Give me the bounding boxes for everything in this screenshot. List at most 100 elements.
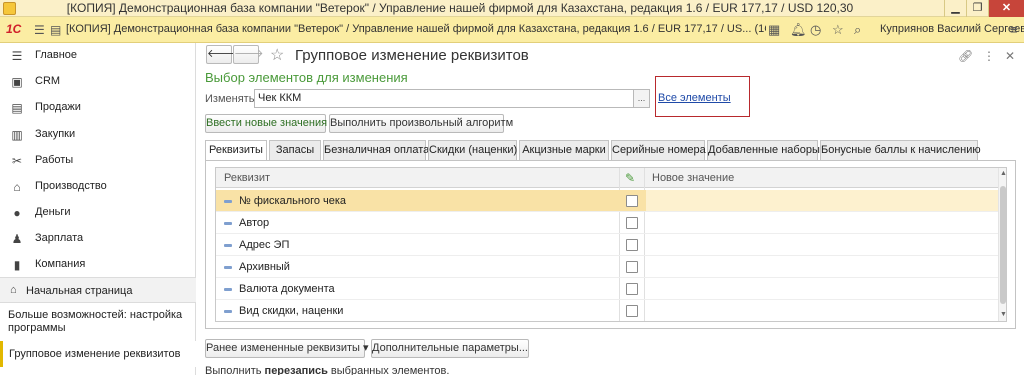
attribute-icon [224, 310, 232, 313]
change-checkbox[interactable] [626, 217, 638, 229]
sidebar-item-production[interactable]: ⌂ Производство [0, 174, 196, 200]
attribute-icon [224, 266, 232, 269]
favorite-star-icon[interactable]: ☆ [270, 45, 284, 65]
tools-icon: ✂ [11, 154, 23, 168]
table-row[interactable]: Валюта документа [216, 278, 998, 300]
sidebar-item-sales[interactable]: ▤ Продажи [0, 95, 196, 121]
table-row[interactable]: Вид скидки, наценки [216, 300, 998, 321]
sidebar-item-money[interactable]: ● Деньги [0, 200, 196, 226]
open-form-label: Групповое изменение реквизитов [9, 348, 181, 360]
attribute-name: Адрес ЭП [239, 239, 290, 251]
attribute-name: № фискального чека [239, 195, 347, 207]
main-menu-icon[interactable]: ☰ [34, 23, 45, 37]
sidebar-item-purchases[interactable]: ▥ Закупки [0, 122, 196, 148]
new-value-cell[interactable] [646, 212, 998, 233]
change-label: Изменять: [205, 93, 258, 105]
all-elements-link[interactable]: Все элементы [658, 92, 731, 104]
close-form-icon[interactable]: ✕ [1005, 49, 1015, 63]
link-icon[interactable]: 🔗︎ [958, 49, 973, 63]
footer-prefix: Выполнить [205, 365, 265, 375]
more-actions-icon[interactable]: ⋮ [983, 49, 995, 63]
footer-bold: перезапись [264, 365, 328, 375]
grid-icon[interactable]: ▦ [768, 22, 780, 38]
change-checkbox[interactable] [626, 283, 638, 295]
sidebar-item-works[interactable]: ✂ Работы [0, 148, 196, 174]
table-row[interactable]: № фискального чека [216, 190, 998, 212]
run-algorithm-button[interactable]: Выполнить произвольный алгоритм [329, 114, 513, 133]
attribute-name: Архивный [239, 261, 290, 273]
search-icon[interactable]: ⌕ [854, 22, 861, 38]
sidebar-item-salary[interactable]: ♟ Зарплата [0, 226, 196, 252]
attribute-name: Вид скидки, наценки [239, 305, 344, 317]
new-value-cell[interactable] [646, 234, 998, 255]
star-icon[interactable]: ☆ [832, 22, 844, 38]
history-icon[interactable]: ◷ [810, 22, 821, 38]
app-bar: 1С ☰ ▤ [КОПИЯ] Демонстрационная база ком… [0, 17, 1024, 43]
scrollbar-thumb[interactable] [1000, 186, 1006, 304]
table-row[interactable]: Архивный [216, 256, 998, 278]
tab-bonus-points[interactable]: Бонусные баллы к начислению [820, 140, 981, 160]
table-row[interactable]: Адрес ЭП [216, 234, 998, 256]
tab-cashless-payment[interactable]: Безналичная оплата [323, 140, 429, 160]
pencil-icon: ✎ [625, 171, 636, 185]
factory-icon: ⌂ [13, 180, 21, 194]
attribute-icon [224, 288, 232, 291]
new-value-cell[interactable] [646, 256, 998, 277]
1c-logo: 1С [6, 22, 22, 36]
minimize-button[interactable]: ▁ [944, 0, 966, 17]
app-title: [КОПИЯ] Демонстрационная база компании "… [66, 23, 766, 35]
additional-parameters-button[interactable]: Дополнительные параметры... [371, 339, 529, 358]
attribute-name: Автор [239, 217, 270, 229]
change-checkbox[interactable] [626, 239, 638, 251]
sidebar-item-label: Зарплата [35, 232, 84, 244]
table-header: Реквизит ✎ Новое значение [216, 168, 1006, 188]
attribute-icon [224, 222, 232, 225]
user-name[interactable]: Куприянов Василий Сергеевич [880, 23, 1024, 35]
footer-note: Выполнить перезапись выбранных элементов… [205, 365, 449, 375]
footer-suffix: выбранных элементов. [327, 365, 450, 375]
column-attribute[interactable]: Реквизит [224, 172, 270, 184]
new-value-cell[interactable] [646, 278, 998, 299]
tab-excise-stamps[interactable]: Акцизные марки [519, 140, 609, 160]
close-window-button[interactable]: ✕ [988, 0, 1024, 17]
maximize-button[interactable]: ❐ [966, 0, 988, 17]
app-menu-icon[interactable]: ▤ [50, 23, 61, 37]
previously-changed-button[interactable]: Ранее измененные реквизиты ▾ [205, 339, 369, 358]
enter-new-values-button[interactable]: Ввести новые значения [205, 114, 327, 133]
tab-attributes[interactable]: Реквизиты [205, 140, 267, 161]
window-title-bar: [КОПИЯ] Демонстрационная база компании "… [0, 0, 1024, 17]
sidebar-item-company[interactable]: ▮ Компания [0, 252, 196, 278]
home-page-item[interactable]: ⌂ Начальная страница [0, 277, 196, 303]
change-object-input[interactable]: Чек ККМ [254, 89, 634, 108]
attribute-icon [224, 200, 232, 203]
select-object-button[interactable]: ... [633, 89, 650, 108]
change-checkbox[interactable] [626, 261, 638, 273]
salary-icon: ♟ [11, 232, 23, 246]
purchases-icon: ▥ [11, 128, 23, 142]
table-row[interactable]: Автор [216, 212, 998, 234]
sidebar-item-label: Продажи [35, 101, 81, 113]
tab-discounts[interactable]: Скидки (наценки) [428, 140, 517, 160]
new-value-cell[interactable] [646, 300, 998, 321]
window-title: [КОПИЯ] Демонстрационная база компании "… [66, 1, 854, 15]
sidebar-item-label: Закупки [35, 128, 76, 140]
tab-added-sets[interactable]: Добавленные наборы [707, 140, 820, 160]
tab-serial-numbers[interactable]: Серийные номера [611, 140, 706, 160]
column-new-value[interactable]: Новое значение [652, 172, 734, 184]
scroll-up-icon[interactable]: ▲ [999, 170, 1006, 177]
sidebar-item-main[interactable]: ☰ Главное [0, 43, 196, 69]
menu-dots-icon[interactable]: ≡ [1010, 22, 1018, 37]
more-features-link[interactable]: Больше возможностей: настройка программы [8, 309, 188, 335]
open-form-item[interactable]: Групповое изменение реквизитов [0, 341, 196, 367]
scroll-down-icon[interactable]: ▼ [999, 311, 1006, 318]
back-button[interactable]: 🡐 [206, 45, 237, 64]
tab-stock[interactable]: Запасы [269, 140, 321, 160]
new-value-cell[interactable] [646, 190, 998, 211]
form-title: Групповое изменение реквизитов [295, 47, 529, 64]
bell-icon[interactable]: 🔔︎ [790, 22, 807, 38]
change-checkbox[interactable] [626, 195, 638, 207]
change-checkbox[interactable] [626, 305, 638, 317]
forward-button[interactable]: 🡒 [233, 45, 264, 64]
sidebar-item-crm[interactable]: ▣ CRM [0, 69, 196, 95]
vertical-scrollbar[interactable]: ▲ ▼ [998, 168, 1006, 321]
